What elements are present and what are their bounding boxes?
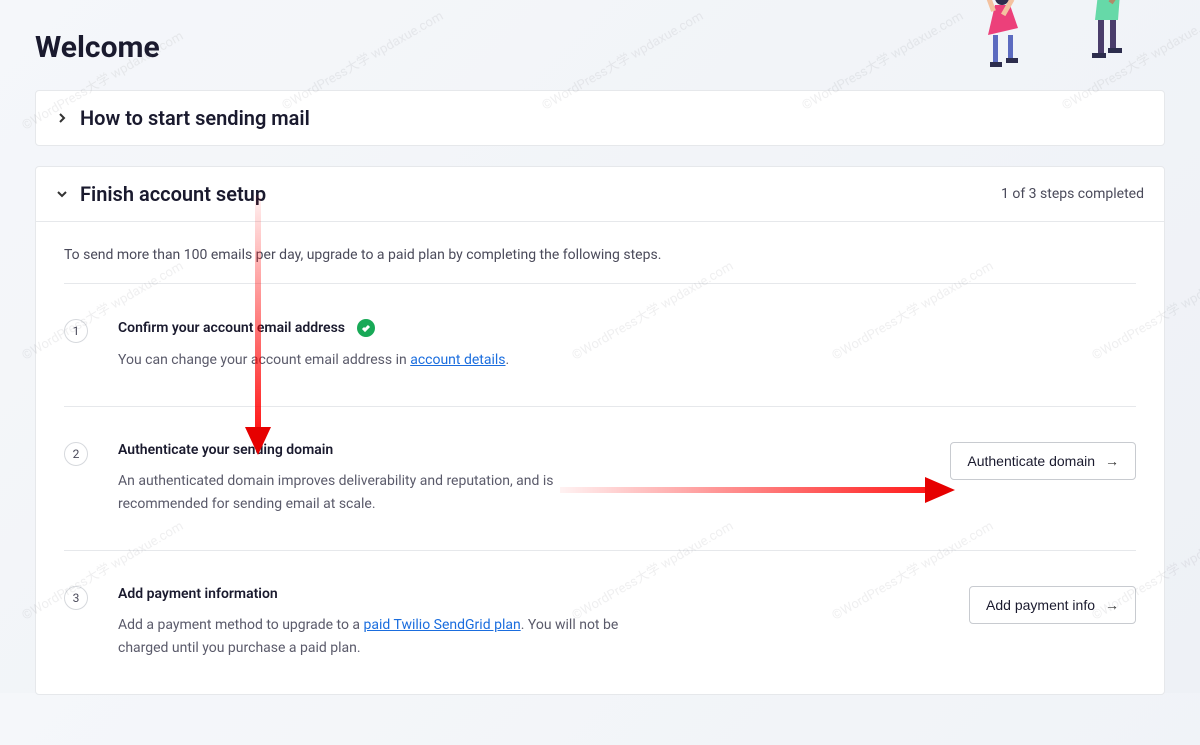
step-number: 2 xyxy=(64,442,88,466)
add-payment-info-button[interactable]: Add payment info → xyxy=(969,586,1136,624)
step-description: Add a payment method to upgrade to a pai… xyxy=(118,614,638,659)
authenticate-domain-button[interactable]: Authenticate domain → xyxy=(950,442,1136,480)
panel-header-finish-setup[interactable]: Finish account setup 1 of 3 steps comple… xyxy=(36,167,1164,221)
panel-title: Finish account setup xyxy=(80,182,266,206)
step-description: An authenticated domain improves deliver… xyxy=(118,470,638,515)
paid-plan-link[interactable]: paid Twilio SendGrid plan xyxy=(364,617,521,633)
celebration-illustration xyxy=(960,0,1160,100)
arrow-right-icon: → xyxy=(1105,597,1119,613)
step-title: Add payment information xyxy=(118,586,278,602)
setup-step-3: 3 Add payment information Add a payment … xyxy=(64,550,1136,674)
panel-title: How to start sending mail xyxy=(80,106,310,130)
chevron-right-icon xyxy=(56,112,68,124)
step-number: 1 xyxy=(64,319,88,343)
progress-text: 1 of 3 steps completed xyxy=(1001,186,1144,202)
panel-finish-setup: Finish account setup 1 of 3 steps comple… xyxy=(35,166,1165,695)
panel-body: To send more than 100 emails per day, up… xyxy=(36,221,1164,694)
check-complete-icon xyxy=(357,319,375,337)
account-details-link[interactable]: account details xyxy=(410,352,505,368)
step-title: Confirm your account email address xyxy=(118,320,345,336)
step-number: 3 xyxy=(64,586,88,610)
setup-step-2: 2 Authenticate your sending domain An au… xyxy=(64,406,1136,550)
setup-step-1: 1 Confirm your account email address You… xyxy=(64,283,1136,406)
chevron-down-icon xyxy=(56,188,68,200)
intro-text: To send more than 100 emails per day, up… xyxy=(64,242,1136,273)
step-title: Authenticate your sending domain xyxy=(118,442,333,458)
arrow-right-icon: → xyxy=(1105,453,1119,469)
step-description: You can change your account email addres… xyxy=(118,349,638,371)
